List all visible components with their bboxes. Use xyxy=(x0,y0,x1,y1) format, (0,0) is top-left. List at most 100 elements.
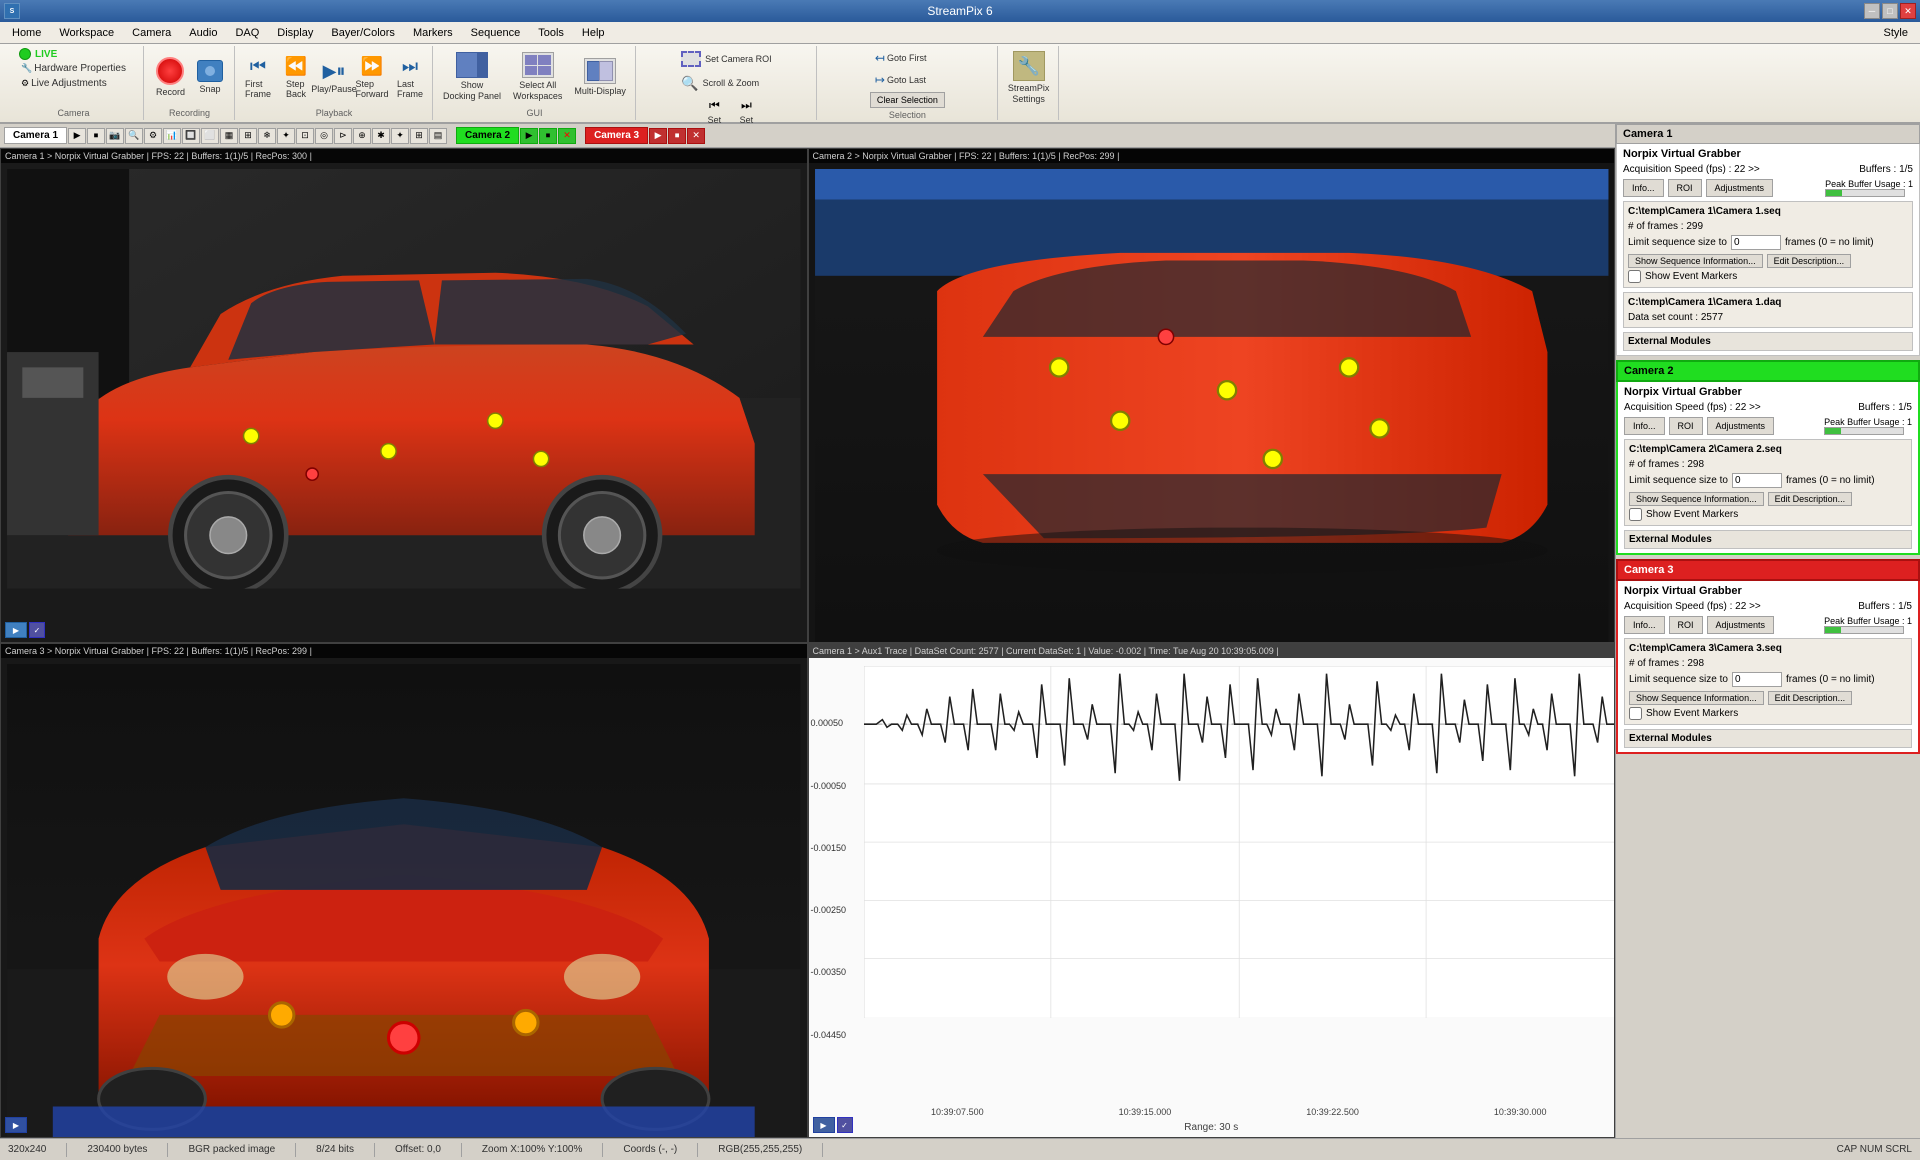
scroll-zoom-button[interactable]: 🔍 Scroll & Zoom xyxy=(676,72,764,95)
cam3-adjustments-button[interactable]: Adjustments xyxy=(1707,616,1775,634)
step-forward-button[interactable]: ⏩ StepForward xyxy=(354,55,390,100)
cam3-event-markers-checkbox[interactable] xyxy=(1629,707,1642,720)
cam1-icon12[interactable]: ✦ xyxy=(277,128,295,144)
status-sep7 xyxy=(697,1143,698,1157)
status-sep2 xyxy=(167,1143,168,1157)
set-camera-roi-button[interactable]: Set Camera ROI xyxy=(676,48,777,70)
cam3-edit-desc-button[interactable]: Edit Description... xyxy=(1768,691,1853,705)
cam2-limit-input[interactable] xyxy=(1732,473,1782,488)
cam2-icon2[interactable]: ⏹ xyxy=(539,128,557,144)
step-back-button[interactable]: ⏪ StepBack xyxy=(278,55,314,100)
select-all-workspaces-button[interactable]: Select AllWorkspaces xyxy=(508,49,567,105)
main-area: Camera 1 ▶ ⏹ 📷 🔍 ⚙ 📊 🔲 ⬜ ▦ ⊞ ❄ ✦ ⊡ ◎ ⊳ ⊕… xyxy=(0,124,1920,1138)
menu-home[interactable]: Home xyxy=(4,25,49,41)
cam2-edit-desc-button[interactable]: Edit Description... xyxy=(1768,492,1853,506)
menu-tools[interactable]: Tools xyxy=(530,25,572,41)
cam2-icon3[interactable]: ✕ xyxy=(558,128,576,144)
cam1-icon15[interactable]: ⊳ xyxy=(334,128,352,144)
multi-display-button[interactable]: Multi-Display xyxy=(569,55,631,100)
menu-help[interactable]: Help xyxy=(574,25,613,41)
cam2-icon1[interactable]: ▶ xyxy=(520,128,538,144)
cam1-limit-input[interactable] xyxy=(1731,235,1781,250)
camera1-view[interactable]: Camera 1 > Norpix Virtual Grabber | FPS:… xyxy=(0,148,808,643)
cam1-seq-buttons: Show Sequence Information... Edit Descri… xyxy=(1628,254,1908,268)
cam1-icon8[interactable]: ⬜ xyxy=(201,128,219,144)
status-offset: Offset: 0,0 xyxy=(395,1144,441,1155)
live-adjustments-button[interactable]: ⚙ Live Adjustments xyxy=(19,77,128,90)
camera1-tab[interactable]: Camera 1 xyxy=(4,127,67,144)
cam1-roi-button[interactable]: ROI xyxy=(1668,179,1702,197)
goto-last-button[interactable]: ↦ Goto Last xyxy=(870,70,931,90)
cam3-icon1[interactable]: ▶ xyxy=(649,128,667,144)
cam1-icon4[interactable]: 🔍 xyxy=(125,128,143,144)
menu-workspace[interactable]: Workspace xyxy=(51,25,122,41)
clear-selection-button[interactable]: Clear Selection xyxy=(870,92,945,108)
record-button[interactable]: Record xyxy=(151,54,190,101)
recording-group-label: Recording xyxy=(169,106,210,118)
cam3-indicator[interactable]: ▶ xyxy=(5,1117,27,1133)
cam1-icon3[interactable]: 📷 xyxy=(106,128,124,144)
cam1-checkbox[interactable]: ✓ xyxy=(29,622,45,638)
cam1-icon7[interactable]: 🔲 xyxy=(182,128,200,144)
cam1-icon16[interactable]: ⊕ xyxy=(353,128,371,144)
cam1-icon13[interactable]: ⊡ xyxy=(296,128,314,144)
toolbar: LIVE 🔧 Hardware Properties ⚙ Live Adjust… xyxy=(0,44,1920,124)
cam2-roi-button[interactable]: ROI xyxy=(1669,417,1703,435)
menu-display[interactable]: Display xyxy=(269,25,321,41)
first-frame-button[interactable]: ⏮ FirstFrame xyxy=(240,55,276,100)
last-frame-button[interactable]: ⏭ LastFrame xyxy=(392,55,428,100)
cam1-icon9[interactable]: ▦ xyxy=(220,128,238,144)
cam2-adjustments-button[interactable]: Adjustments xyxy=(1707,417,1775,435)
snap-button[interactable]: Snap xyxy=(192,57,228,98)
menu-sequence[interactable]: Sequence xyxy=(463,25,529,41)
cam1-adjustments-button[interactable]: Adjustments xyxy=(1706,179,1774,197)
cam1-icon14[interactable]: ◎ xyxy=(315,128,333,144)
cam1-icon10[interactable]: ⊞ xyxy=(239,128,257,144)
minimize-button[interactable]: ─ xyxy=(1864,3,1880,19)
close-button[interactable]: ✕ xyxy=(1900,3,1916,19)
cam3-limit-input[interactable] xyxy=(1732,672,1782,687)
status-rgb: RGB(255,255,255) xyxy=(718,1144,802,1155)
camera3-label: Camera 3 > Norpix Virtual Grabber | FPS:… xyxy=(1,644,807,658)
cam1-icon17[interactable]: ✱ xyxy=(372,128,390,144)
menu-bayer[interactable]: Bayer/Colors xyxy=(323,25,403,41)
cam1-icon6[interactable]: 📊 xyxy=(163,128,181,144)
cam1-icon1[interactable]: ▶ xyxy=(68,128,86,144)
cam1-icon11[interactable]: ❄ xyxy=(258,128,276,144)
camera3-tab[interactable]: Camera 3 xyxy=(585,127,648,144)
menu-audio[interactable]: Audio xyxy=(181,25,225,41)
cam3-show-seq-info-button[interactable]: Show Sequence Information... xyxy=(1629,691,1764,705)
camera3-view[interactable]: Camera 3 > Norpix Virtual Grabber | FPS:… xyxy=(0,643,808,1138)
status-sep5 xyxy=(461,1143,462,1157)
cam1-edit-desc-button[interactable]: Edit Description... xyxy=(1767,254,1852,268)
cam1-icon19[interactable]: ⊞ xyxy=(410,128,428,144)
camera2-view[interactable]: Camera 2 > Norpix Virtual Grabber | FPS:… xyxy=(808,148,1616,643)
cam1-show-seq-info-button[interactable]: Show Sequence Information... xyxy=(1628,254,1763,268)
maximize-button[interactable]: □ xyxy=(1882,3,1898,19)
menu-daq[interactable]: DAQ xyxy=(227,25,267,41)
cam1-event-markers-checkbox[interactable] xyxy=(1628,270,1641,283)
cam1-icon5[interactable]: ⚙ xyxy=(144,128,162,144)
goto-first-button[interactable]: ↤ Goto First xyxy=(870,48,932,68)
waveform-checkbox[interactable]: ✓ xyxy=(837,1117,853,1133)
cam3-icon3[interactable]: ✕ xyxy=(687,128,705,144)
cam2-info-button[interactable]: Info... xyxy=(1624,417,1665,435)
show-docking-panel-button[interactable]: ShowDocking Panel xyxy=(438,49,506,105)
cam3-roi-button[interactable]: ROI xyxy=(1669,616,1703,634)
play-pause-button[interactable]: ▶⏸ Play/Pause xyxy=(316,57,352,97)
cam2-event-markers-checkbox[interactable] xyxy=(1629,508,1642,521)
menu-camera[interactable]: Camera xyxy=(124,25,179,41)
waveform-indicator-icon[interactable]: ▶ xyxy=(813,1117,835,1133)
camera2-tab[interactable]: Camera 2 xyxy=(456,127,519,144)
streampix-settings-button[interactable]: 🔧 StreamPixSettings xyxy=(1003,48,1055,108)
cam1-info-button[interactable]: Info... xyxy=(1623,179,1664,197)
cam1-indicator-icon[interactable]: ▶ xyxy=(5,622,27,638)
cam3-info-button[interactable]: Info... xyxy=(1624,616,1665,634)
cam3-icon2[interactable]: ⏹ xyxy=(668,128,686,144)
menu-markers[interactable]: Markers xyxy=(405,25,461,41)
hardware-properties-button[interactable]: 🔧 Hardware Properties xyxy=(19,62,128,75)
cam1-icon2[interactable]: ⏹ xyxy=(87,128,105,144)
cam1-icon18[interactable]: ✦ xyxy=(391,128,409,144)
cam2-show-seq-info-button[interactable]: Show Sequence Information... xyxy=(1629,492,1764,506)
cam1-icon20[interactable]: ▤ xyxy=(429,128,447,144)
